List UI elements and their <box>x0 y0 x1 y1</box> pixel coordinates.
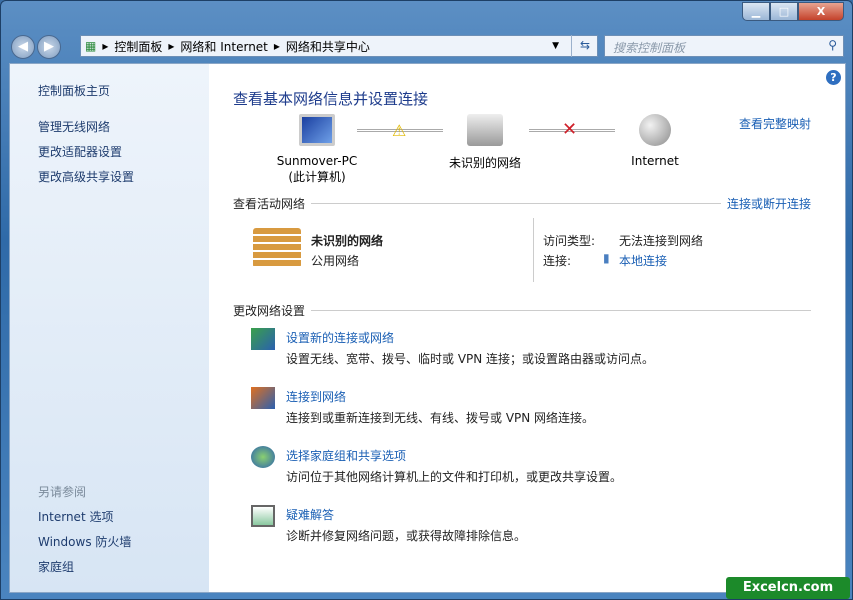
watermark-logo: Excelcn.com <box>726 577 850 599</box>
sidebar-item-sharing[interactable]: 更改高级共享设置 <box>38 168 134 185</box>
back-button[interactable]: ◀ <box>11 35 35 59</box>
internet-label: Internet <box>631 154 679 168</box>
window: ▁ □ X ◀ ▶ ▦ ▸ 控制面板 ▸ 网络和 Internet ▸ 网络和共… <box>0 0 853 600</box>
task-desc: 连接到或重新连接到无线、有线、拨号或 VPN 网络连接。 <box>286 411 595 425</box>
search-input[interactable]: 搜索控制面板 ⚲ <box>604 35 844 57</box>
warning-icon: ⚠ <box>392 121 407 140</box>
task-desc: 访问位于其他网络计算机上的文件和打印机，或更改共享设置。 <box>286 470 623 484</box>
sidebar-item-adapter[interactable]: 更改适配器设置 <box>38 143 122 160</box>
map-network[interactable]: 未识别的网络 <box>425 114 545 171</box>
search-icon: ⚲ <box>828 38 837 52</box>
map-computer[interactable]: Sunmover-PC (此计算机) <box>257 114 377 185</box>
address-dropdown-icon[interactable]: ▼ <box>552 41 559 51</box>
sidebar-item-homegroup[interactable]: 家庭组 <box>38 558 74 575</box>
task-new-connection[interactable]: 设置新的连接或网络 <box>286 329 394 346</box>
forward-button[interactable]: ▶ <box>37 35 61 59</box>
minimize-button[interactable]: ▁ <box>742 2 770 21</box>
sidebar-item-internet-options[interactable]: Internet 选项 <box>38 508 113 525</box>
view-full-map-link[interactable]: 查看完整映射 <box>739 115 811 132</box>
task-homegroup[interactable]: 选择家庭组和共享选项 <box>286 447 406 464</box>
breadcrumb-sharing-center[interactable]: 网络和共享中心 <box>286 38 370 55</box>
network-icon: ▦ <box>85 39 97 53</box>
disconnected-x-icon: ✕ <box>562 119 578 140</box>
network-label: 未识别的网络 <box>448 156 521 170</box>
active-network-name: 未识别的网络 <box>311 234 384 248</box>
close-button[interactable]: X <box>798 2 844 21</box>
maximize-button[interactable]: □ <box>770 2 798 21</box>
divider <box>533 218 534 282</box>
task-connect-network[interactable]: 连接到网络 <box>286 388 346 405</box>
sidebar: 控制面板主页 管理无线网络 更改适配器设置 更改高级共享设置 另请参阅 Inte… <box>10 64 209 592</box>
breadcrumb-separator-icon: ▸ <box>102 39 109 53</box>
troubleshoot-icon <box>251 505 275 527</box>
change-settings-header: 更改网络设置 <box>233 302 811 319</box>
local-connection-link[interactable]: 本地连接 <box>619 252 667 269</box>
network-computers-icon <box>467 114 503 146</box>
breadcrumb-network-internet[interactable]: 网络和 Internet <box>180 38 267 55</box>
access-type-value: 无法连接到网络 <box>619 234 704 248</box>
connect-network-icon <box>251 387 275 409</box>
breadcrumb-separator-icon: ▸ <box>168 39 175 53</box>
active-network-type[interactable]: 公用网络 <box>311 252 359 269</box>
breadcrumb-control-panel[interactable]: 控制面板 <box>114 38 162 55</box>
new-connection-icon <box>251 328 275 350</box>
active-networks-header: 查看活动网络 连接或断开连接 <box>233 195 811 212</box>
bench-icon <box>253 228 301 268</box>
task-desc: 设置无线、宽带、拨号、临时或 VPN 连接；或设置路由器或访问点。 <box>286 352 655 366</box>
sidebar-item-wireless[interactable]: 管理无线网络 <box>38 118 110 135</box>
task-troubleshoot[interactable]: 疑难解答 <box>286 506 334 523</box>
sidebar-item-firewall[interactable]: Windows 防火墙 <box>38 533 131 550</box>
ethernet-icon: ▮ <box>603 251 610 265</box>
task-desc: 诊断并修复网络问题，或获得故障排除信息。 <box>286 529 527 543</box>
page-title: 查看基本网络信息并设置连接 <box>233 90 429 108</box>
computer-icon <box>299 114 335 146</box>
connect-disconnect-link[interactable]: 连接或断开连接 <box>727 195 811 212</box>
homegroup-icon <box>251 446 275 468</box>
address-bar[interactable]: ▦ ▸ 控制面板 ▸ 网络和 Internet ▸ 网络和共享中心 ▼ <box>80 35 598 57</box>
refresh-button[interactable]: ⇆ <box>571 35 598 57</box>
sidebar-item-home[interactable]: 控制面板主页 <box>38 82 110 99</box>
computer-sub: (此计算机) <box>288 170 346 184</box>
help-icon[interactable]: ? <box>826 70 841 85</box>
globe-icon <box>639 114 671 146</box>
connection-label: 连接: <box>543 254 572 268</box>
see-also-heading: 另请参阅 <box>38 485 87 499</box>
computer-name: Sunmover-PC <box>276 154 358 168</box>
breadcrumb-separator-icon: ▸ <box>273 39 280 53</box>
access-type-label: 访问类型: <box>543 234 596 248</box>
map-internet[interactable]: Internet <box>595 114 715 168</box>
